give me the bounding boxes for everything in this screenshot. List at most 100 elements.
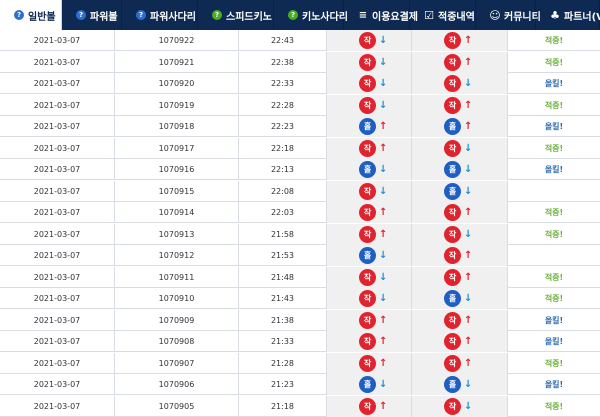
prediction-a-cell: 작 ↓: [327, 288, 412, 309]
result-ball: 작: [444, 96, 461, 114]
tab-5[interactable]: ≡ 이용요결제: [344, 0, 418, 30]
result-ball: 작: [444, 397, 461, 415]
result-cell: 적중!: [544, 401, 564, 411]
prediction-b-cell: 작 ↑: [412, 309, 508, 331]
prediction-b-cell: 홀 ↓: [412, 288, 508, 309]
arrow-down-icon: ↓: [464, 142, 473, 154]
arrow-up-icon: ↑: [379, 357, 388, 369]
tab-8[interactable]: ♣ 파트너(V: [536, 0, 600, 30]
result-ball: 작: [444, 225, 461, 243]
prediction-b-cell: 작 ↑: [412, 30, 508, 51]
result-cell: [508, 181, 600, 202]
round-number-cell: 1070907: [115, 352, 239, 374]
tab-2[interactable]: ? 파워사다리: [122, 0, 198, 30]
time-cell: 21:53: [239, 245, 327, 266]
prediction-b-cell: 홀 ↓: [412, 180, 508, 202]
question-icon: ?: [14, 10, 24, 20]
time-cell: 22:23: [239, 116, 327, 137]
tab-0[interactable]: ? 일반볼: [0, 0, 62, 30]
result-cell: [508, 245, 600, 266]
prediction-b-cell: 작 ↑: [412, 245, 508, 266]
arrow-up-icon: ↑: [379, 336, 388, 347]
round-number-cell: 1070918: [115, 116, 239, 137]
round-number-cell: 1070922: [115, 30, 239, 51]
question-icon: ?: [76, 10, 86, 20]
tab-label: 파트너(V: [564, 11, 600, 23]
arrow-down-icon: ↓: [379, 271, 388, 283]
tab-6[interactable]: ☑ 적중내역: [410, 0, 476, 30]
result-ball: 작: [359, 333, 376, 350]
date-cell: 2021-03-07: [0, 245, 115, 266]
prediction-b-cell: 작 ↓: [412, 137, 508, 159]
arrow-up-icon: ↑: [464, 207, 473, 218]
result-ball: 작: [444, 32, 461, 49]
time-cell: 21:33: [239, 331, 327, 352]
round-number-cell: 1070906: [115, 374, 239, 395]
time-cell: 21:48: [239, 266, 327, 288]
prediction-a-cell: 작 ↓: [327, 180, 412, 202]
result-ball: 홀: [444, 118, 461, 135]
question-icon: ?: [136, 10, 146, 20]
result-ball: 작: [359, 75, 376, 92]
date-cell: 2021-03-07: [0, 137, 115, 159]
result-ball: 작: [359, 53, 376, 71]
arrow-down-icon: ↓: [379, 293, 388, 304]
result-ball: 작: [359, 204, 376, 221]
arrow-up-icon: ↑: [464, 56, 473, 68]
date-cell: 2021-03-07: [0, 395, 115, 417]
result-ball: 홀: [359, 247, 376, 264]
table-row: 2021-03-07 1070920 22:33 작 ↓ 작 ↓ 올킬!: [0, 73, 600, 94]
round-number-cell: 1070909: [115, 309, 239, 331]
date-cell: 2021-03-07: [0, 374, 115, 395]
result-ball: 작: [359, 139, 376, 157]
table-row: 2021-03-07 1070905 21:18 작 ↑ 작 ↓ 적중!: [0, 395, 600, 417]
prediction-a-cell: 홀 ↓: [327, 245, 412, 266]
table-row: 2021-03-07 1070912 21:53 홀 ↓ 작 ↑: [0, 245, 600, 266]
tab-3[interactable]: ? 스피드키노: [198, 0, 274, 30]
round-number-cell: 1070917: [115, 137, 239, 159]
arrow-down-icon: ↓: [379, 379, 388, 390]
table-row: 2021-03-07 1070917 22:18 작 ↑ 작 ↓ 적중!: [0, 137, 600, 159]
arrow-down-icon: ↓: [379, 164, 388, 175]
result-ball: 작: [444, 354, 461, 372]
result-cell: 올킬!: [544, 380, 564, 389]
arrow-up-icon: ↑: [464, 314, 473, 326]
prediction-a-cell: 작 ↑: [327, 223, 412, 245]
prediction-a-cell: 작 ↑: [327, 352, 412, 374]
table-row: 2021-03-07 1070908 21:33 작 ↑ 작 ↑ 올킬!: [0, 331, 600, 352]
date-cell: 2021-03-07: [0, 288, 115, 309]
time-cell: 22:38: [239, 51, 327, 73]
time-cell: 22:28: [239, 94, 327, 116]
group-icon: ♣: [550, 8, 560, 22]
result-cell: 적중!: [544, 143, 564, 153]
table-row: 2021-03-07 1070907 21:28 작 ↑ 작 ↑ 적중!: [0, 352, 600, 374]
arrow-up-icon: ↑: [379, 207, 388, 218]
tab-1[interactable]: ? 파워볼: [62, 0, 122, 30]
round-number-cell: 1070913: [115, 223, 239, 245]
tab-7[interactable]: ☺ 커뮤니티: [476, 0, 541, 30]
tab-4[interactable]: ? 키노사다리: [274, 0, 348, 30]
date-cell: 2021-03-07: [0, 51, 115, 73]
prediction-b-cell: 홀 ↓: [412, 374, 508, 395]
question-icon: ?: [288, 10, 298, 20]
date-cell: 2021-03-07: [0, 309, 115, 331]
date-cell: 2021-03-07: [0, 352, 115, 374]
prediction-a-cell: 작 ↓: [327, 73, 412, 94]
prediction-a-cell: 작 ↑: [327, 309, 412, 331]
result-ball: 작: [444, 268, 461, 286]
time-cell: 21:38: [239, 309, 327, 331]
result-cell: 올킬!: [544, 79, 564, 88]
date-cell: 2021-03-07: [0, 223, 115, 245]
result-ball: 작: [359, 182, 376, 200]
round-number-cell: 1070919: [115, 94, 239, 116]
arrow-up-icon: ↑: [464, 99, 473, 111]
result-cell: 올킬!: [544, 337, 564, 346]
result-cell: 적중!: [544, 100, 564, 110]
result-ball: 작: [444, 53, 461, 71]
arrow-down-icon: ↓: [464, 78, 473, 89]
prediction-b-cell: 작 ↑: [412, 202, 508, 223]
prediction-a-cell: 작 ↑: [327, 202, 412, 223]
arrow-up-icon: ↑: [464, 271, 473, 283]
checkbox-icon: ☑: [424, 8, 434, 22]
result-cell: 적중!: [544, 208, 564, 217]
